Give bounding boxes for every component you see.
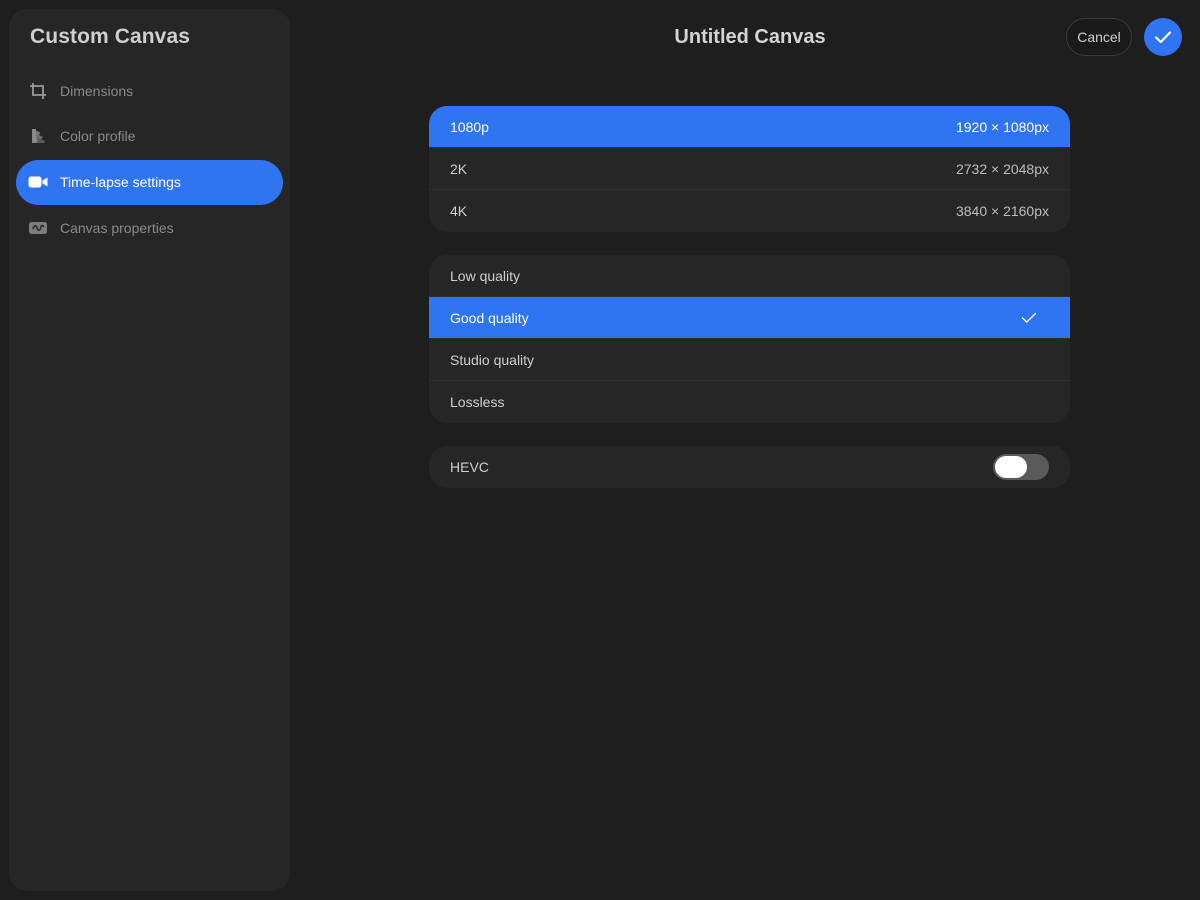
video-camera-icon: [28, 172, 48, 192]
page-title: Untitled Canvas: [674, 26, 826, 48]
resolution-label: 4K: [450, 203, 468, 219]
quality-option-good[interactable]: Good quality: [429, 297, 1070, 339]
sidebar-nav: Dimensions Color profile Time-lapse sett…: [16, 68, 283, 251]
sidebar-item-time-lapse-settings[interactable]: Time-lapse settings: [16, 159, 283, 205]
hevc-setting: HEVC: [429, 446, 1070, 488]
cancel-button[interactable]: Cancel: [1066, 18, 1132, 56]
resolution-value: 2732 × 2048px: [955, 160, 1049, 177]
quality-option-lossless[interactable]: Lossless: [429, 381, 1070, 423]
hevc-row: HEVC: [429, 446, 1070, 488]
quality-label: Low quality: [450, 267, 521, 284]
canvas-properties-icon: [28, 218, 48, 238]
resolution-value: 1920 × 1080px: [955, 118, 1049, 135]
quality-option-studio[interactable]: Studio quality: [429, 339, 1070, 381]
sidebar-item-label: Dimensions: [60, 82, 134, 99]
sidebar-item-dimensions[interactable]: Dimensions: [16, 68, 283, 113]
sidebar-item-label: Time-lapse settings: [60, 174, 181, 191]
quality-label: Lossless: [450, 394, 505, 410]
resolution-label: 1080p: [450, 118, 489, 135]
checkmark-icon: [1021, 312, 1037, 324]
crop-icon: [28, 81, 48, 101]
quality-list: Low quality Good quality Studio quality …: [429, 255, 1070, 423]
quality-label: Good quality: [450, 309, 529, 326]
sidebar-item-color-profile[interactable]: Color profile: [16, 114, 283, 159]
resolution-label: 2K: [450, 160, 468, 177]
sidebar-item-label: Color profile: [60, 128, 136, 145]
custom-canvas-screen: Custom Canvas Dimensions Color profile T…: [0, 0, 1200, 900]
hevc-label: HEVC: [450, 459, 489, 475]
checkmark-icon: [1154, 30, 1172, 44]
sidebar-item-canvas-properties[interactable]: Canvas properties: [16, 205, 283, 250]
color-swatches-icon: [28, 126, 48, 146]
toggle-knob: [995, 456, 1027, 478]
resolution-option-4k[interactable]: 4K 3840 × 2160px: [429, 190, 1070, 232]
confirm-button[interactable]: [1144, 18, 1182, 56]
resolution-value: 3840 × 2160px: [955, 203, 1049, 219]
quality-option-low[interactable]: Low quality: [429, 255, 1070, 297]
resolution-list: 1080p 1920 × 1080px 2K 2732 × 2048px 4K …: [429, 106, 1070, 232]
sidebar: Custom Canvas Dimensions Color profile T…: [9, 9, 290, 891]
resolution-option-2k[interactable]: 2K 2732 × 2048px: [429, 148, 1070, 190]
quality-label: Studio quality: [450, 351, 535, 368]
hevc-toggle[interactable]: [993, 454, 1049, 480]
sidebar-title: Custom Canvas: [30, 25, 191, 48]
sidebar-item-label: Canvas properties: [60, 219, 174, 236]
resolution-option-1080p[interactable]: 1080p 1920 × 1080px: [429, 106, 1070, 148]
